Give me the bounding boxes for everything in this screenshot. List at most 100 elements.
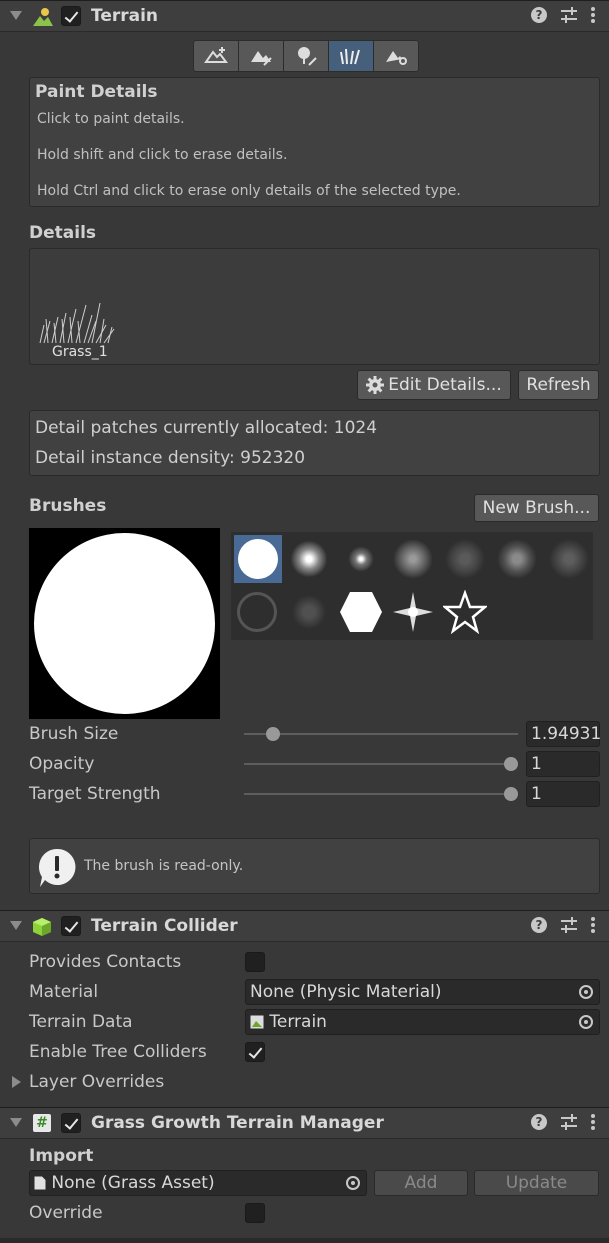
presets-icon[interactable] — [561, 1114, 577, 1130]
opacity-field[interactable]: 1 — [526, 751, 600, 777]
detail-item-label: Grass_1 — [52, 344, 108, 360]
help-icon[interactable]: ? — [531, 917, 547, 933]
more-menu-icon[interactable] — [591, 917, 595, 933]
target-strength-slider-thumb[interactable] — [504, 787, 518, 801]
override-label: Override — [29, 1203, 103, 1223]
import-heading: Import — [29, 1146, 94, 1166]
brush-star-icon[interactable] — [443, 590, 487, 634]
brush-grid[interactable] — [231, 532, 593, 640]
help-icon[interactable]: ? — [531, 7, 547, 23]
create-neighbor-tool-button[interactable] — [193, 40, 239, 72]
foldout-arrow-icon[interactable] — [10, 11, 22, 20]
paint-trees-tool-button[interactable] — [283, 40, 329, 72]
collider-cube-icon — [33, 918, 51, 936]
help-line-2: Hold shift and click to erase details. — [37, 147, 288, 163]
terrain-data-label: Terrain Data — [29, 1012, 133, 1032]
brush-size-slider-track[interactable] — [244, 733, 518, 735]
paint-details-tool-button[interactable] — [328, 40, 374, 72]
brush-sparkle-icon[interactable] — [391, 590, 435, 634]
brush-size-slider-thumb[interactable] — [266, 727, 280, 741]
paint-terrain-icon — [251, 51, 272, 66]
brush-hexagon-icon[interactable] — [339, 590, 383, 634]
edit-details-label: Edit Details... — [388, 375, 502, 395]
terrain-data-value: Terrain — [269, 1012, 327, 1032]
brush-hard-circle-icon — [238, 539, 278, 579]
object-picker-icon[interactable] — [579, 985, 593, 999]
tree-colliders-checkbox[interactable] — [245, 1042, 265, 1062]
terrain-tool-bar — [193, 40, 419, 72]
refresh-button[interactable]: Refresh — [518, 370, 599, 400]
brush-selected[interactable] — [234, 535, 282, 583]
layer-overrides-foldout-icon[interactable] — [12, 1076, 21, 1088]
terrain-collider-title: Terrain Collider — [91, 916, 238, 936]
more-menu-icon[interactable] — [591, 1114, 595, 1130]
new-brush-button[interactable]: New Brush... — [474, 494, 599, 522]
more-menu-icon[interactable] — [591, 7, 595, 23]
brush-splatter-icon[interactable] — [497, 539, 537, 579]
foldout-arrow-icon[interactable] — [10, 921, 22, 930]
instance-density-text: Detail instance density: 952320 — [35, 448, 306, 468]
info-warning-icon — [38, 848, 76, 887]
brush-size-field[interactable]: 1.94931 — [526, 721, 601, 747]
brush-readonly-message-box: The brush is read-only. — [29, 838, 600, 894]
presets-icon[interactable] — [561, 7, 577, 23]
brush-size-label: Brush Size — [29, 724, 119, 744]
provides-contacts-checkbox[interactable] — [245, 952, 265, 972]
brush-rough-icon[interactable] — [549, 539, 589, 579]
target-strength-slider-track[interactable] — [244, 793, 518, 795]
grass-manager-enabled-checkbox[interactable] — [61, 1113, 81, 1133]
terrain-collider-enabled-checkbox[interactable] — [61, 916, 81, 936]
detail-stats-box: Detail patches currently allocated: 1024… — [29, 410, 600, 476]
target-strength-field[interactable]: 1 — [526, 781, 600, 807]
paint-details-help-box: Paint Details Click to paint details. Ho… — [29, 77, 600, 207]
details-list[interactable]: Grass_1 — [29, 248, 600, 365]
terrain-settings-icon — [386, 51, 407, 65]
terrain-header[interactable]: Terrain ? — [0, 0, 609, 32]
brushes-heading: Brushes — [29, 496, 107, 516]
terrain-icon — [33, 8, 53, 26]
help-line-3: Hold Ctrl and click to erase only detail… — [37, 183, 461, 199]
patches-allocated-text: Detail patches currently allocated: 1024 — [35, 418, 378, 438]
document-icon — [34, 1176, 46, 1190]
brush-noise-icon[interactable] — [445, 539, 485, 579]
edit-details-button[interactable]: Edit Details... — [357, 370, 511, 400]
target-strength-label: Target Strength — [29, 784, 161, 804]
opacity-slider-thumb[interactable] — [504, 757, 518, 771]
object-picker-icon[interactable] — [579, 1015, 593, 1029]
readonly-message-text: The brush is read-only. — [84, 858, 244, 874]
inspector-bottom-divider — [0, 1238, 609, 1243]
help-icon[interactable]: ? — [531, 1114, 547, 1130]
foldout-arrow-icon[interactable] — [10, 1118, 22, 1127]
presets-icon[interactable] — [561, 917, 577, 933]
tree-colliders-label: Enable Tree Colliders — [29, 1042, 207, 1062]
provides-contacts-label: Provides Contacts — [29, 952, 182, 972]
help-line-1: Click to paint details. — [37, 111, 185, 127]
terrain-enabled-checkbox[interactable] — [61, 6, 81, 26]
brush-soft-circle-icon[interactable] — [289, 539, 329, 579]
brush-grass-icon[interactable] — [289, 592, 329, 632]
terrain-settings-tool-button[interactable] — [373, 40, 419, 72]
grass-manager-header[interactable]: # Grass Growth Terrain Manager ? — [0, 1107, 609, 1139]
terrain-collider-header[interactable]: Terrain Collider ? — [0, 910, 609, 942]
paint-terrain-tool-button[interactable] — [238, 40, 284, 72]
detail-item-grass[interactable]: Grass_1 — [36, 299, 120, 361]
brush-preview — [29, 528, 220, 719]
material-label: Material — [29, 982, 99, 1002]
grass-asset-value: None (Grass Asset) — [51, 1173, 215, 1193]
add-button[interactable]: Add — [374, 1170, 468, 1196]
paint-trees-icon — [298, 47, 317, 66]
material-field[interactable]: None (Physic Material) — [245, 979, 600, 1005]
opacity-slider-track[interactable] — [244, 763, 518, 765]
create-neighbor-icon — [204, 47, 228, 63]
terrain-data-field[interactable]: Terrain — [245, 1009, 600, 1035]
brush-cloud-icon[interactable] — [393, 539, 433, 579]
gear-icon — [366, 376, 385, 394]
brush-ring-icon[interactable] — [237, 592, 277, 632]
terrain-data-asset-icon — [250, 1015, 264, 1029]
grass-asset-field[interactable]: None (Grass Asset) — [29, 1170, 367, 1196]
update-button[interactable]: Update — [474, 1170, 599, 1196]
override-checkbox[interactable] — [245, 1203, 265, 1223]
layer-overrides-label[interactable]: Layer Overrides — [29, 1072, 164, 1092]
brush-small-soft-icon[interactable] — [341, 539, 381, 579]
object-picker-icon[interactable] — [346, 1176, 360, 1190]
